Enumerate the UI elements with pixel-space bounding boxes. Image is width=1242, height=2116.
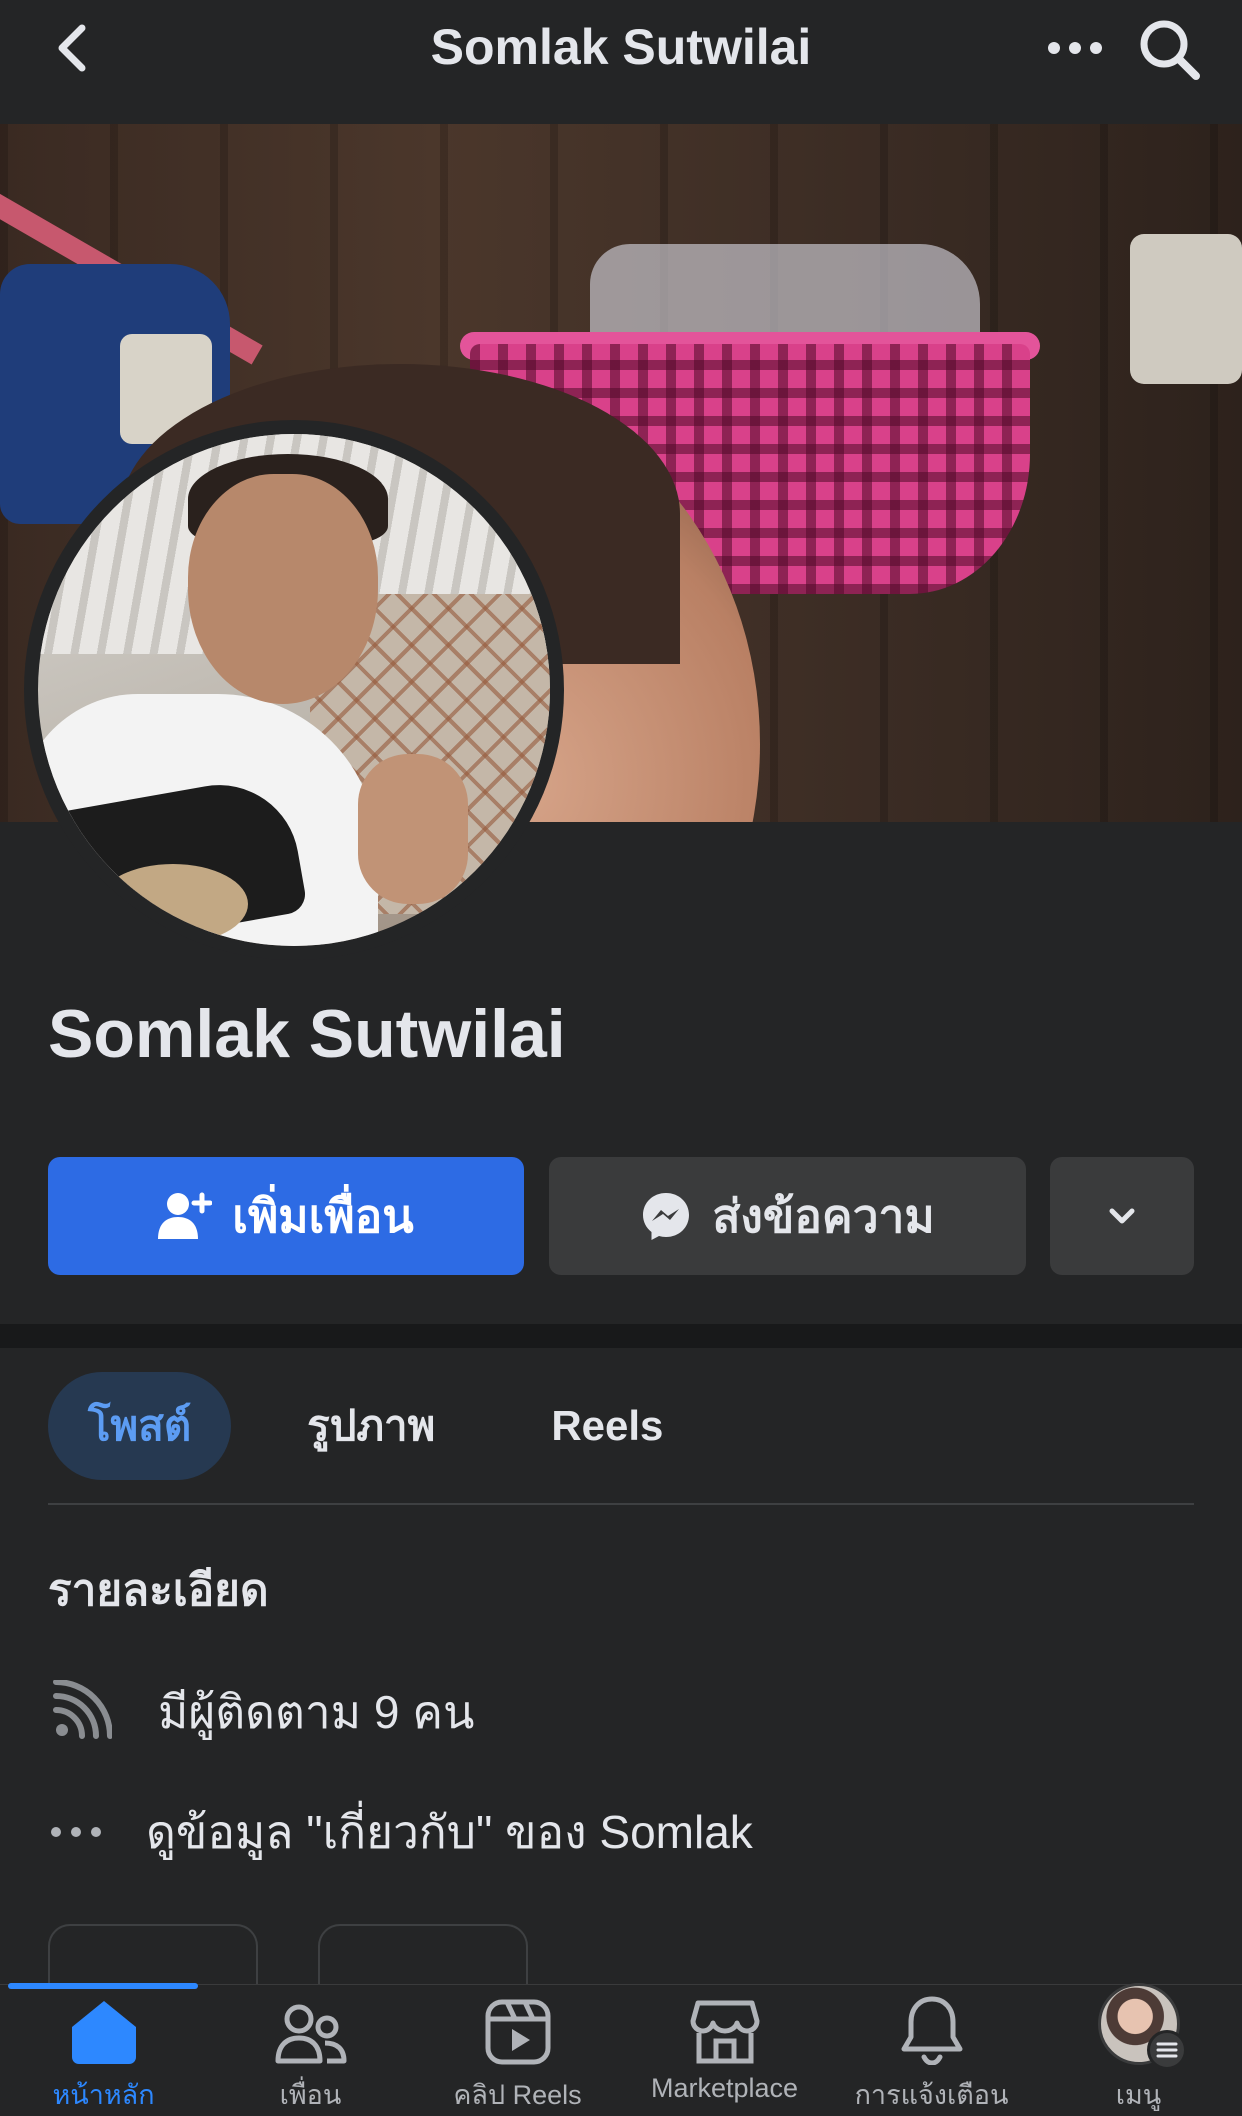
nav-marketplace-label: Marketplace <box>650 2073 799 2103</box>
tab-photos[interactable]: รูปภาพ <box>267 1372 475 1480</box>
nav-home[interactable]: หน้าหลัก <box>0 1985 207 2116</box>
profile-picture[interactable] <box>24 420 564 960</box>
about-link[interactable]: ดูข้อมูล "เกี่ยวกับ" ของ Somlak <box>146 1796 753 1869</box>
search-icon <box>1140 20 1200 80</box>
followers-row: มีผู้ติดตาม 9 คน <box>48 1672 474 1752</box>
nav-friends-label: เพื่อน <box>279 2080 342 2110</box>
about-link-row[interactable]: ดูข้อมูล "เกี่ยวกับ" ของ Somlak <box>48 1792 753 1872</box>
message-button[interactable]: ส่งข้อความ <box>549 1157 1026 1275</box>
more-horizontal-icon <box>48 1792 146 1872</box>
add-friend-button[interactable]: เพิ่มเพื่อน <box>48 1157 524 1275</box>
details-heading: รายละเอียด <box>48 1566 269 1615</box>
featured-card[interactable] <box>318 1924 528 1984</box>
rss-feed-icon <box>48 1672 158 1752</box>
search-button[interactable] <box>1134 14 1204 84</box>
nav-menu-label: เมนู <box>1115 2080 1162 2110</box>
reels-icon <box>485 1999 550 2065</box>
top-bar: Somlak Sutwilai <box>0 0 1242 124</box>
more-horizontal-icon <box>1048 42 1102 54</box>
menu-icon <box>1146 2030 1187 2070</box>
more-actions-button[interactable] <box>1050 1157 1194 1275</box>
nav-notifications[interactable]: การแจ้งเตือน <box>828 1985 1035 2116</box>
tab-reels[interactable]: Reels <box>511 1372 703 1480</box>
chevron-down-icon <box>1109 1208 1135 1224</box>
add-friend-icon <box>158 1192 213 1239</box>
profile-name: Somlak Sutwilai <box>48 996 566 1072</box>
bottom-navigation: หน้าหลัก เพื่อน คลิป Reels Marketplace ก… <box>0 1983 1242 2116</box>
tabs-divider <box>48 1503 1194 1505</box>
nav-friends[interactable]: เพื่อน <box>207 1985 414 2116</box>
section-divider <box>0 1324 1242 1348</box>
marketplace-icon <box>690 2000 759 2064</box>
messenger-icon <box>643 1193 690 1240</box>
home-icon <box>71 2001 136 2064</box>
nav-marketplace[interactable]: Marketplace <box>621 1985 828 2116</box>
nav-notifications-label: การแจ้งเตือน <box>854 2080 1009 2110</box>
tab-posts[interactable]: โพสต์ <box>48 1372 232 1480</box>
more-button[interactable] <box>1040 20 1110 76</box>
menu-avatar <box>1097 1983 1187 2070</box>
followers-count: มีผู้ติดตาม 9 คน <box>158 1685 475 1738</box>
bell-icon <box>901 1996 962 2065</box>
nav-reels-label: คลิป Reels <box>453 2080 582 2110</box>
add-friend-label: เพิ่มเพื่อน <box>232 1189 414 1242</box>
featured-card[interactable] <box>48 1924 258 1984</box>
nav-reels[interactable]: คลิป Reels <box>414 1985 621 2116</box>
friends-icon <box>275 2004 346 2064</box>
profile-tabs: โพสต์ รูปภาพ Reels <box>48 1372 703 1480</box>
avatar <box>38 434 550 946</box>
nav-home-label: หน้าหลัก <box>52 2080 155 2110</box>
message-label: ส่งข้อความ <box>712 1189 935 1242</box>
nav-menu[interactable]: เมนู <box>1035 1983 1242 2116</box>
